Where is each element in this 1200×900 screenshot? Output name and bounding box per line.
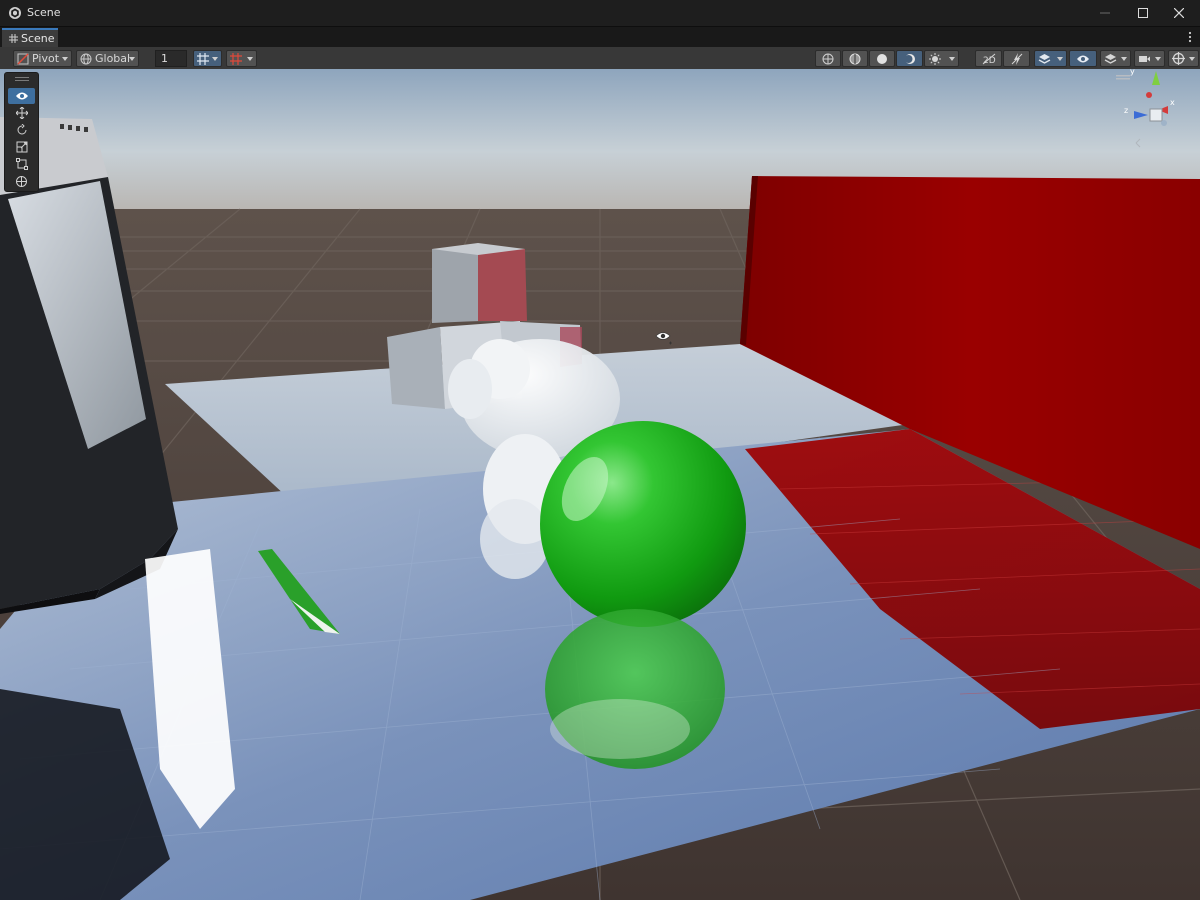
increment-snap-dropdown[interactable] [226, 50, 257, 67]
window-title: Scene [27, 6, 61, 19]
scene-grid-icon [9, 34, 18, 43]
layers-icon [1104, 53, 1117, 64]
unity-logo-icon [9, 7, 21, 19]
tab-bar: Scene [0, 27, 1200, 47]
tab-scene[interactable]: Scene [2, 28, 58, 47]
gizmo-label-x: x [1170, 98, 1175, 107]
lighting-toggle-button[interactable] [1003, 50, 1030, 67]
scene-visibility-button[interactable] [1069, 50, 1097, 67]
gizmos-dropdown[interactable] [1168, 50, 1199, 67]
effects-icon [1038, 53, 1051, 64]
svg-text:2D: 2D [983, 56, 996, 65]
global-label: Global [95, 52, 131, 65]
close-button[interactable] [1160, 0, 1198, 26]
transform-tool-button[interactable] [8, 173, 35, 189]
shading-shaded-wireframe-button[interactable] [842, 50, 868, 67]
shading-shaded-button[interactable] [869, 50, 895, 67]
scene-viewport[interactable]: y x z [0, 69, 1200, 900]
shading-wireframe-button[interactable] [815, 50, 841, 67]
move-tool-button[interactable] [8, 105, 35, 121]
minimize-icon [1100, 12, 1110, 14]
rect-icon [15, 158, 28, 170]
eye-icon [15, 92, 28, 100]
2d-toggle-icon: 2D [982, 53, 996, 65]
shading-wireframe-icon [822, 53, 834, 64]
grid-snap-dropdown[interactable] [193, 50, 222, 67]
shading-lit-button[interactable] [896, 50, 923, 67]
grid-snap-field[interactable]: 1 [155, 50, 187, 67]
shading-lit-icon [904, 53, 915, 64]
scene-visibility-icon [1077, 55, 1089, 62]
scale-tool-button[interactable] [8, 139, 35, 155]
camera-icon [1139, 55, 1150, 62]
shading-shaded-wireframe-icon [849, 53, 861, 64]
scene-render: y x z [0, 69, 1200, 900]
global-dropdown[interactable]: Global [76, 50, 139, 67]
transform-icon [16, 175, 27, 187]
camera-dropdown[interactable] [1134, 50, 1165, 67]
layers-dropdown[interactable] [1100, 50, 1131, 67]
kebab-menu-icon[interactable] [1186, 30, 1194, 44]
scale-icon [16, 141, 27, 153]
tab-label: Scene [21, 32, 55, 45]
green-sphere [540, 421, 746, 627]
gizmos-icon [1172, 52, 1185, 65]
tools-overlay [4, 72, 39, 192]
maximize-icon [1138, 8, 1148, 18]
scene-toolbar: Pivot Global 1 2D [0, 47, 1200, 70]
increment-snap-icon [230, 52, 242, 65]
window-titlebar: Scene [0, 0, 1200, 27]
gizmo-label-z: z [1124, 106, 1128, 115]
2d-toggle-button[interactable]: 2D [975, 50, 1002, 67]
shading-shaded-icon [877, 53, 887, 64]
rotate-icon [17, 124, 26, 135]
pivot-icon [17, 52, 29, 65]
overlay-grip[interactable] [15, 77, 29, 78]
grid-snap-icon [197, 52, 209, 65]
effects-dropdown[interactable] [1034, 50, 1067, 67]
minimize-button[interactable] [1086, 0, 1124, 26]
view-tool-button[interactable] [8, 88, 35, 104]
lighting-toggle-icon [1011, 52, 1022, 65]
render-mode-dropdown[interactable] [924, 50, 959, 67]
rotate-tool-button[interactable] [8, 122, 35, 138]
pivot-label: Pivot [32, 52, 60, 65]
gizmo-label-y: y [1130, 69, 1135, 76]
globe-icon [80, 53, 92, 64]
pivot-dropdown[interactable]: Pivot [13, 50, 72, 67]
close-icon [1174, 8, 1184, 18]
maximize-button[interactable] [1124, 0, 1162, 26]
rect-tool-button[interactable] [8, 156, 35, 172]
move-icon [15, 107, 28, 119]
render-mode-icon [929, 52, 941, 65]
